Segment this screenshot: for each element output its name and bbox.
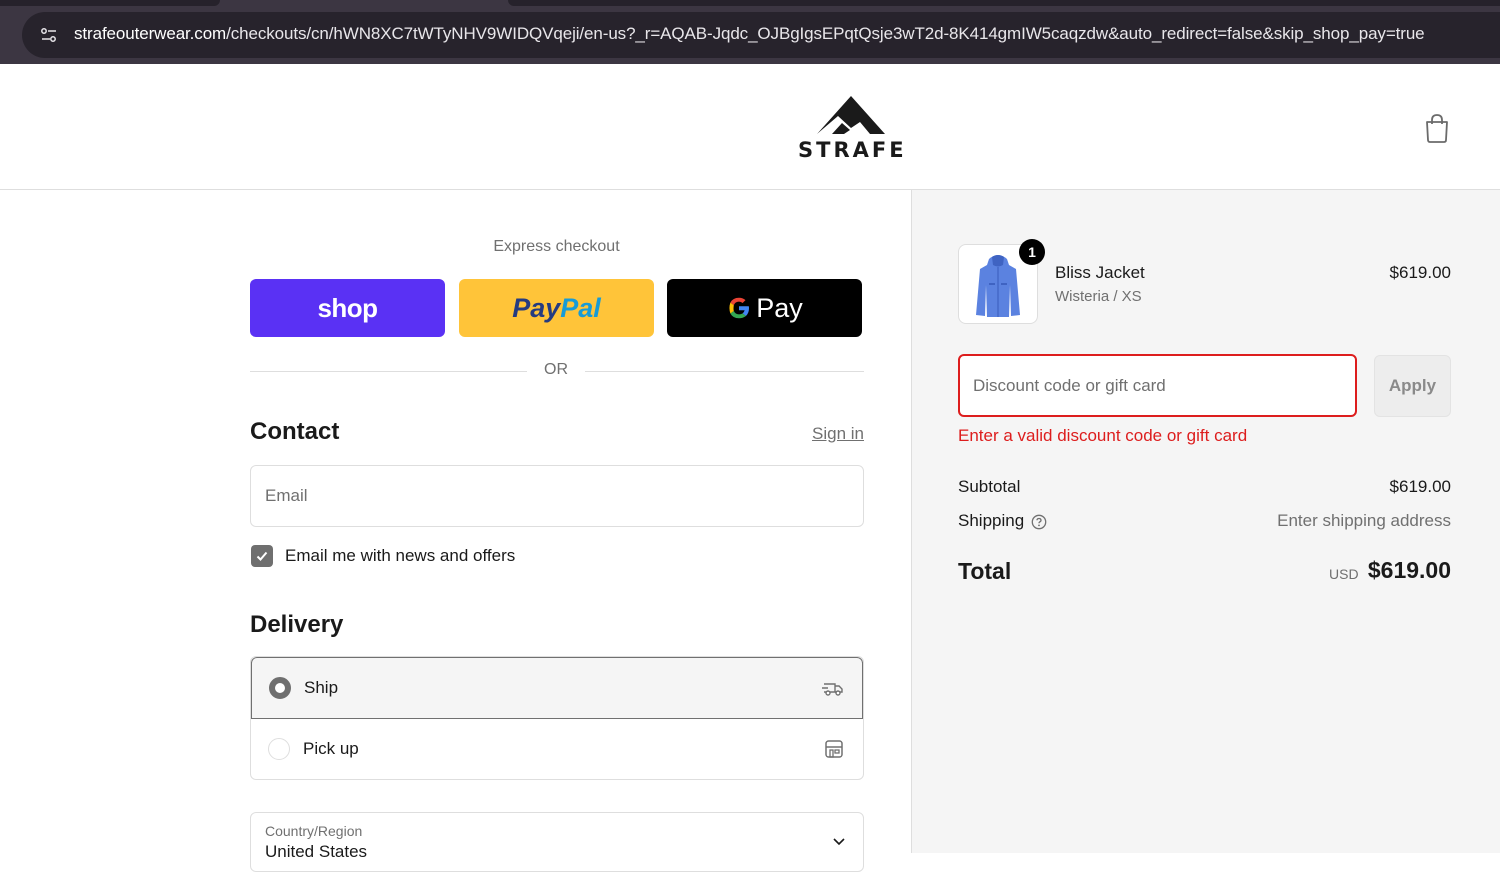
help-icon[interactable] — [1031, 514, 1047, 530]
sign-in-link[interactable]: Sign in — [770, 424, 864, 444]
site-settings-icon[interactable] — [38, 24, 60, 46]
checkmark-icon — [256, 551, 268, 561]
country-value: United States — [265, 842, 368, 861]
discount-error-message: Enter a valid discount code or gift card — [958, 426, 1248, 445]
delivery-option-ship[interactable]: Ship — [251, 657, 863, 719]
total-label: Total — [958, 558, 1012, 584]
url-path: /checkouts/cn/hWN8XC7tWTyNHV9WIDQVqeji/e… — [226, 24, 1425, 43]
shipping-value: Enter shipping address — [1277, 511, 1451, 530]
store-header — [0, 64, 1500, 190]
store-icon — [825, 740, 843, 758]
newsletter-checkbox[interactable] — [251, 545, 273, 567]
product-price: $619.00 — [1389, 263, 1451, 282]
newsletter-label[interactable]: Email me with news and offers — [285, 546, 515, 566]
delivery-option-pickup[interactable]: Pick up — [251, 719, 863, 779]
google-pay-label: Pay — [726, 293, 803, 324]
or-divider-label: OR — [544, 361, 568, 378]
discount-placeholder: Discount code or gift card — [973, 376, 1166, 395]
subtotal-value: $619.00 — [1389, 477, 1451, 496]
product-variant: Wisteria / XS — [1055, 288, 1142, 305]
pickup-radio[interactable] — [268, 738, 290, 760]
divider-right — [585, 371, 864, 372]
shop-pay-button[interactable]: shop — [250, 279, 445, 337]
shipping-label: Shipping — [958, 511, 1025, 530]
quantity-badge: 1 — [1019, 239, 1045, 265]
url-text[interactable]: strafeouterwear.com/checkouts/cn/hWN8XC7… — [74, 24, 1425, 44]
ship-label: Ship — [304, 678, 339, 697]
country-label: Country/Region — [265, 823, 363, 839]
subtotal-label: Subtotal — [958, 477, 1021, 496]
contact-heading: Contact — [250, 418, 340, 445]
total-value: $619.00 — [1367, 557, 1451, 583]
brand-name[interactable]: STRAFE — [798, 138, 904, 162]
express-checkout-label: Express checkout — [493, 238, 620, 255]
email-field[interactable]: Email — [250, 465, 864, 527]
email-placeholder: Email — [265, 486, 308, 505]
currency-code: USD — [1329, 566, 1359, 582]
google-g-icon — [729, 297, 750, 319]
product-name: Bliss Jacket — [1055, 263, 1145, 282]
truck-icon — [822, 683, 843, 696]
browser-toolbar: strafeouterwear.com/checkouts/cn/hWN8XC7… — [0, 0, 1500, 64]
ship-radio[interactable] — [269, 677, 291, 699]
url-domain: strafeouterwear.com — [74, 24, 227, 43]
chevron-down-icon — [833, 838, 845, 846]
delivery-method-group: Ship Pick up — [250, 656, 864, 780]
google-pay-button[interactable]: Pay — [667, 279, 862, 337]
divider-left — [250, 371, 527, 372]
pickup-label: Pick up — [303, 739, 359, 758]
paypal-logo: PayPal — [512, 293, 601, 324]
delivery-heading: Delivery — [250, 611, 344, 638]
shop-pay-label: shop — [317, 292, 378, 323]
paypal-button[interactable]: PayPal — [459, 279, 654, 337]
browser-tab[interactable] — [0, 0, 220, 6]
browser-tab-strip — [508, 0, 1500, 6]
paypal-logo-pay: Pay — [512, 292, 561, 323]
google-pay-text: Pay — [756, 292, 803, 323]
apply-discount-button[interactable]: Apply — [1374, 355, 1451, 417]
country-select[interactable]: Country/Region United States — [250, 812, 864, 872]
paypal-logo-pal: Pal — [560, 292, 601, 323]
discount-code-input[interactable]: Discount code or gift card — [958, 354, 1357, 417]
shopping-bag-icon[interactable] — [1422, 112, 1452, 144]
